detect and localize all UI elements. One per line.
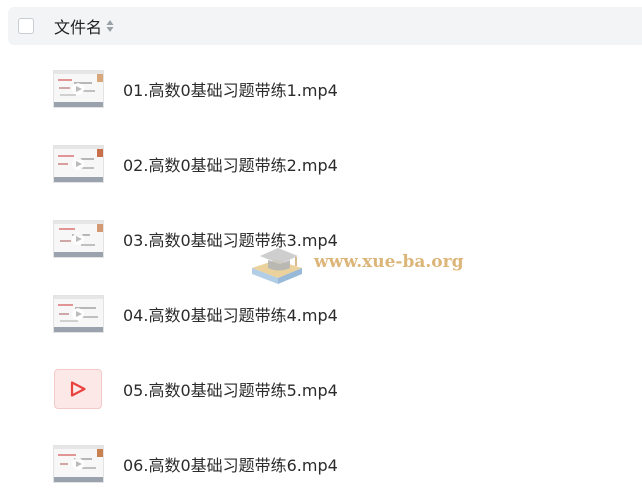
video-thumbnail xyxy=(53,219,104,258)
video-thumbnail xyxy=(53,294,104,333)
file-name[interactable]: 03.高数0基础习题带练3.mp4 xyxy=(123,227,338,251)
video-thumbnail xyxy=(53,69,104,108)
column-title-filename[interactable]: 文件名 xyxy=(54,14,102,38)
file-name[interactable]: 05.高数0基础习题带练5.mp4 xyxy=(123,377,338,401)
file-name[interactable]: 02.高数0基础习题带练2.mp4 xyxy=(123,152,338,176)
file-row[interactable]: 01.高数0基础习题带练1.mp4 xyxy=(0,51,642,126)
video-file-icon xyxy=(54,368,102,409)
select-all-checkbox[interactable] xyxy=(18,18,34,34)
file-name[interactable]: 04.高数0基础习题带练4.mp4 xyxy=(123,302,338,326)
sort-icon[interactable] xyxy=(106,19,114,33)
file-row[interactable]: 04.高数0基础习题带练4.mp4 xyxy=(0,276,642,351)
file-list-page: 文件名 01.高数0基础习题带练1.mp4 02.高数0基础习题带练2.mp4 … xyxy=(0,0,642,498)
file-row[interactable]: 02.高数0基础习题带练2.mp4 xyxy=(0,126,642,201)
file-row[interactable]: 05.高数0基础习题带练5.mp4 xyxy=(0,351,642,426)
file-row[interactable]: 03.高数0基础习题带练3.mp4 xyxy=(0,201,642,276)
file-row[interactable]: 06.高数0基础习题带练6.mp4 xyxy=(0,426,642,498)
file-list-header: 文件名 xyxy=(8,7,642,45)
video-thumbnail xyxy=(53,444,104,483)
file-name[interactable]: 06.高数0基础习题带练6.mp4 xyxy=(123,452,338,476)
video-thumbnail xyxy=(53,144,104,183)
file-name[interactable]: 01.高数0基础习题带练1.mp4 xyxy=(123,77,338,101)
